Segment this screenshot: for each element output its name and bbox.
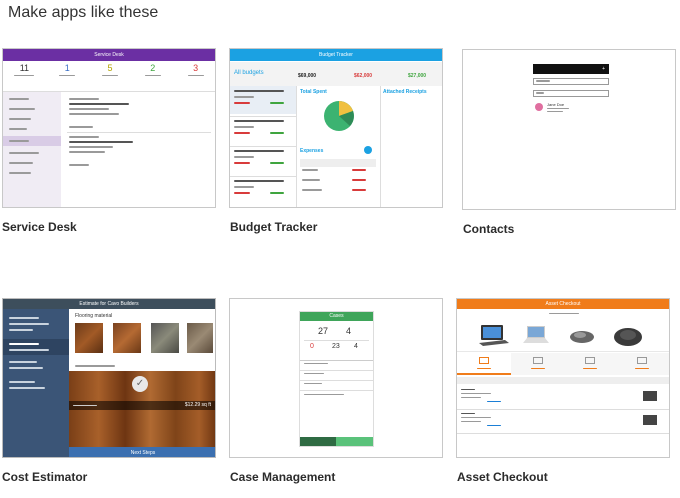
app-name-asset-checkout[interactable]: Asset Checkout <box>457 470 548 484</box>
case-title: Cases <box>300 312 373 321</box>
app-name-service-desk[interactable]: Service Desk <box>2 220 77 234</box>
template-card-case-management[interactable]: Cases 27 4 0 23 4 Case Management <box>229 298 443 488</box>
desktop-tab-icon <box>533 357 543 364</box>
list-item-device-1 <box>643 391 657 401</box>
spent-amount: $62,000 <box>354 73 373 79</box>
case-nav-left[interactable] <box>300 437 337 446</box>
asset-tabs <box>457 353 669 375</box>
contact-avatar <box>535 103 543 111</box>
next-steps-label: Next Steps <box>130 450 156 456</box>
accessory-tab-icon <box>637 357 647 364</box>
template-card-budget-tracker[interactable]: Budget Tracker All budgets $69,000 $62,0… <box>229 48 443 234</box>
material-swatch-2[interactable] <box>113 323 141 353</box>
stat-closed: 3 <box>174 63 215 89</box>
case-phone-preview: Cases 27 4 0 23 4 <box>299 311 374 447</box>
budget-totals: All budgets $69,000 $62,000 $27,000 <box>230 62 442 86</box>
case-count-2: 4 <box>346 326 352 336</box>
flooring-subtitle: Flooring material <box>75 313 113 319</box>
spending-pie-chart <box>324 101 354 131</box>
app-name-case-management[interactable]: Case Management <box>230 470 335 484</box>
next-steps-button[interactable]: Next Steps <box>69 447 215 457</box>
stat-new: 1 <box>46 63 89 89</box>
app-name-budget-tracker[interactable]: Budget Tracker <box>230 220 317 234</box>
all-budgets-label: All budgets <box>234 70 264 76</box>
cost-estimator-title-bar: Estimate for Cavo Builders <box>3 299 215 309</box>
list-item-device-2 <box>643 415 657 425</box>
case-count-4: 23 <box>332 343 340 350</box>
laptop-tab-icon <box>479 357 489 364</box>
laptop-image[interactable] <box>523 325 549 347</box>
cost-estimator-nav <box>3 309 69 457</box>
asset-checkout-thumbnail[interactable]: Asset Checkout <box>456 298 670 458</box>
template-card-contacts[interactable]: + Jane Doe Contacts <box>462 49 676 236</box>
cost-estimator-thumbnail[interactable]: Estimate for Cavo Builders Flooring mate… <box>2 298 216 458</box>
material-swatch-4[interactable] <box>187 323 213 353</box>
app-name-contacts[interactable]: Contacts <box>463 222 514 236</box>
add-expense-icon[interactable] <box>364 146 372 154</box>
total-budget-amount: $69,000 <box>298 73 317 79</box>
headset-image[interactable] <box>613 325 643 347</box>
stat-inprogress: 5 <box>89 63 132 89</box>
remaining-amount: $27,000 <box>408 73 427 79</box>
mouse-image[interactable] <box>569 329 595 345</box>
budget-tracker-title: Budget Tracker <box>319 52 353 58</box>
total-spent-label: Total Spent <box>300 89 327 95</box>
contacts-phone-preview: + Jane Doe <box>533 64 609 134</box>
template-card-asset-checkout[interactable]: Asset Checkout Asset Checkout <box>456 298 670 488</box>
service-desk-stats: 11 1 5 2 3 <box>3 63 215 89</box>
cost-estimator-title: Estimate for Cavo Builders <box>79 301 139 307</box>
service-desk-thumbnail[interactable]: Service Desk 11 1 5 2 3 <box>2 48 216 208</box>
asset-checkout-title: Asset Checkout <box>545 301 581 307</box>
service-desk-content <box>63 92 215 207</box>
stat-total: 11 <box>3 63 46 89</box>
case-count-5: 4 <box>354 343 358 350</box>
budget-list <box>230 86 296 207</box>
price-bar: $12.29 sq ft <box>69 401 215 410</box>
case-count-3: 0 <box>310 343 314 350</box>
budget-tracker-thumbnail[interactable]: Budget Tracker All budgets $69,000 $62,0… <box>229 48 443 208</box>
case-nav-right[interactable] <box>336 437 373 446</box>
page-heading: Make apps like these <box>8 4 159 21</box>
check-icon[interactable]: ✓ <box>132 376 148 392</box>
expenses-label: Expenses <box>300 148 324 154</box>
material-swatch-1[interactable] <box>75 323 103 353</box>
service-desk-nav <box>3 92 61 207</box>
contact-name: Jane Doe <box>547 102 565 107</box>
template-card-service-desk[interactable]: Service Desk 11 1 5 2 3 Service Desk <box>2 48 216 234</box>
case-management-thumbnail[interactable]: Cases 27 4 0 23 4 <box>229 298 443 458</box>
material-swatch-3[interactable] <box>151 323 179 353</box>
service-desk-title: Service Desk <box>94 52 124 58</box>
attached-receipts-label: Attached Receipts <box>383 89 427 95</box>
contacts-thumbnail[interactable]: + Jane Doe <box>462 49 676 210</box>
service-desk-title-bar: Service Desk <box>3 49 215 61</box>
app-name-cost-estimator[interactable]: Cost Estimator <box>2 470 87 484</box>
tablet-image[interactable] <box>479 323 509 347</box>
budget-tracker-title-bar: Budget Tracker <box>230 49 442 61</box>
case-count-1: 27 <box>318 326 329 336</box>
stat-resolved: 2 <box>131 63 174 89</box>
asset-checkout-title-bar: Asset Checkout <box>457 299 669 309</box>
add-contact-icon: + <box>533 64 609 74</box>
template-card-cost-estimator[interactable]: Estimate for Cavo Builders Flooring mate… <box>2 298 216 488</box>
tablet-tab-icon <box>585 357 595 364</box>
price-per-sqft: $12.29 sq ft <box>184 402 211 408</box>
